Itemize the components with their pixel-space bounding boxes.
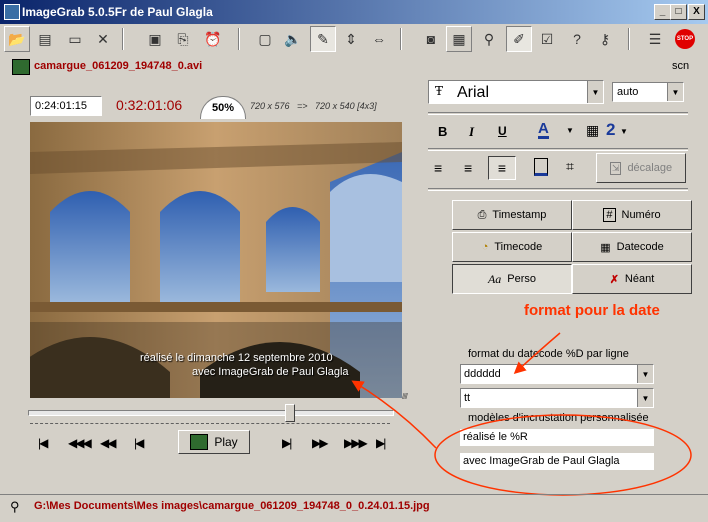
resolution-text: 720 x 576 => 720 x 540 [4x3] — [250, 101, 377, 111]
text-style-icon: Aa — [487, 271, 502, 286]
align-center-icon[interactable]: ≡ — [464, 160, 472, 176]
overlay-line-1: réalisé le dimanche 12 septembre 2010 — [140, 352, 333, 364]
clock-icon: ◔ — [481, 241, 489, 253]
position-field[interactable]: 0:24:01:15 — [30, 96, 102, 116]
frame-icon[interactable] — [534, 158, 548, 176]
help-icon[interactable]: ? — [564, 26, 590, 52]
annotation-text: format pour la date — [524, 302, 660, 319]
close-window-button[interactable]: X — [688, 4, 705, 20]
open-folder-icon[interactable]: 📂 — [4, 26, 30, 52]
bold-button[interactable]: B — [438, 124, 447, 139]
film-icon-small — [190, 434, 209, 450]
chevron-down-icon[interactable]: ▼ — [637, 389, 653, 407]
grid-button[interactable]: ▦ — [586, 122, 599, 139]
binoculars-icon: ⚲ — [10, 499, 20, 514]
neant-button[interactable]: ✗ Néant — [572, 264, 692, 294]
model-line2-field[interactable]: avec ImageGrab de Paul Glagla — [460, 453, 654, 470]
picture-settings-icon[interactable]: ✐ — [506, 26, 532, 52]
step-back-button[interactable]: |◀ — [134, 436, 144, 450]
film-icon[interactable]: ▦ — [446, 26, 472, 52]
no-overlay-icon: ✗ — [609, 273, 619, 286]
toolbar: 📂 ▤ ▭ ✕ ▣ ⎘ ⏰ ▢ 🔈 ✎ ⇕ ⇔ ◙ ▦ ⚲ ✐ ☑ ? ⚷ ☰ … — [0, 26, 708, 54]
timestamp-icon: ⎙ — [477, 208, 487, 221]
camera-icon[interactable]: ◙ — [418, 26, 444, 52]
seek-ticks — [30, 423, 390, 428]
chevron-down-icon[interactable]: ▼ — [667, 83, 683, 101]
hash-icon: # — [603, 208, 616, 222]
pen-icon[interactable]: ✎ — [310, 26, 336, 52]
last-frame-button[interactable]: ▶| — [376, 436, 386, 450]
datecode-button[interactable]: ▦ Datecode — [572, 232, 692, 262]
paste-icon[interactable]: ▤ — [32, 26, 58, 52]
video-preview: réalisé le dimanche 12 septembre 2010 av… — [30, 122, 402, 398]
chevron-down-icon[interactable]: ▼ — [620, 127, 628, 136]
chevron-down-icon[interactable]: ▼ — [566, 126, 574, 135]
decalage-button[interactable]: ⇲ décalage — [596, 153, 686, 183]
copy-icon[interactable]: ⎘ — [170, 26, 196, 52]
offset-icon: ⇲ — [609, 161, 622, 175]
stop-icon[interactable]: STOP — [672, 26, 698, 52]
datecode-line2-select[interactable]: tt ▼ — [460, 388, 654, 408]
cut-icon[interactable]: ✕ — [90, 26, 116, 52]
screen-icon[interactable]: ▢ — [252, 26, 278, 52]
scn-label: scn — [672, 60, 690, 72]
crop-icon[interactable]: ⌗ — [566, 158, 574, 175]
keys-icon[interactable]: ⚷ — [592, 26, 618, 52]
chevron-down-icon[interactable]: ▼ — [637, 365, 653, 383]
forward-button[interactable]: ▶▶ — [312, 436, 329, 450]
timecode-button[interactable]: ◔ Timecode — [452, 232, 572, 262]
list-icon[interactable]: ☰ — [642, 26, 668, 52]
outline-size-button[interactable]: 2 — [606, 120, 615, 140]
align-left-icon[interactable]: ≡ — [434, 160, 442, 176]
resize-vertical-icon[interactable]: ⇕ — [338, 26, 364, 52]
alarm-icon[interactable]: ⏰ — [200, 26, 226, 52]
fast-rewind-button[interactable]: ◀◀◀ — [68, 436, 92, 450]
rewind-button[interactable]: ◀◀ — [100, 436, 117, 450]
underline-button[interactable]: U — [498, 124, 507, 138]
timestamp-button[interactable]: ⎙ Timestamp — [452, 200, 572, 230]
film-file-icon — [12, 59, 30, 75]
text-color-button[interactable]: A — [538, 121, 549, 139]
minimize-button[interactable]: _ — [654, 4, 671, 20]
status-path: G:\Mes Documents\Mes images\camargue_061… — [34, 500, 430, 512]
app-icon — [4, 4, 20, 20]
italic-button[interactable]: I — [469, 124, 474, 140]
image-icon[interactable]: ▣ — [142, 26, 168, 52]
window-title: ImageGrab 5.0.5Fr de Paul Glagla — [22, 5, 213, 19]
first-frame-button[interactable]: |◀ — [38, 436, 48, 450]
resize-grip[interactable]: //// — [402, 392, 408, 401]
duration-text: 0:32:01:06 — [116, 97, 183, 113]
font-select[interactable]: Ŧ Arial ▼ — [428, 80, 604, 104]
align-right-icon[interactable]: ≡ — [488, 156, 516, 180]
fast-forward-button[interactable]: ▶▶▶ — [344, 436, 368, 450]
step-forward-button[interactable]: ▶| — [282, 436, 292, 450]
settings-icon[interactable]: ☑ — [534, 26, 560, 52]
comment-icon[interactable]: ▭ — [62, 26, 88, 52]
seek-thumb[interactable] — [285, 404, 296, 422]
numero-button[interactable]: # Numéro — [572, 200, 692, 230]
models-label: modèles d'incrustation personnalisée — [468, 412, 649, 424]
datecode-label: format du datecode %D par ligne — [468, 348, 629, 360]
binoculars-icon[interactable]: ⚲ — [476, 26, 502, 52]
size-select[interactable]: auto ▼ — [612, 82, 684, 102]
resize-horizontal-icon[interactable]: ⇔ — [366, 26, 392, 52]
seek-track[interactable] — [28, 410, 394, 416]
speaker-icon[interactable]: 🔈 — [280, 26, 306, 52]
play-button[interactable]: Play — [178, 430, 250, 454]
truetype-icon: Ŧ — [435, 84, 444, 98]
model-line1-field[interactable]: réalisé le %R — [460, 429, 654, 446]
chevron-down-icon[interactable]: ▼ — [587, 81, 603, 103]
zoom-indicator[interactable]: 50% — [200, 96, 246, 119]
calendar-icon: ▦ — [600, 241, 611, 254]
perso-button[interactable]: Aa Perso — [452, 264, 572, 294]
datecode-line1-select[interactable]: dddddd ▼ — [460, 364, 654, 384]
overlay-line-2: avec ImageGrab de Paul Glagla — [192, 366, 349, 378]
file-name: camargue_061209_194748_0.avi — [34, 60, 203, 72]
maximize-button[interactable]: □ — [670, 4, 687, 20]
